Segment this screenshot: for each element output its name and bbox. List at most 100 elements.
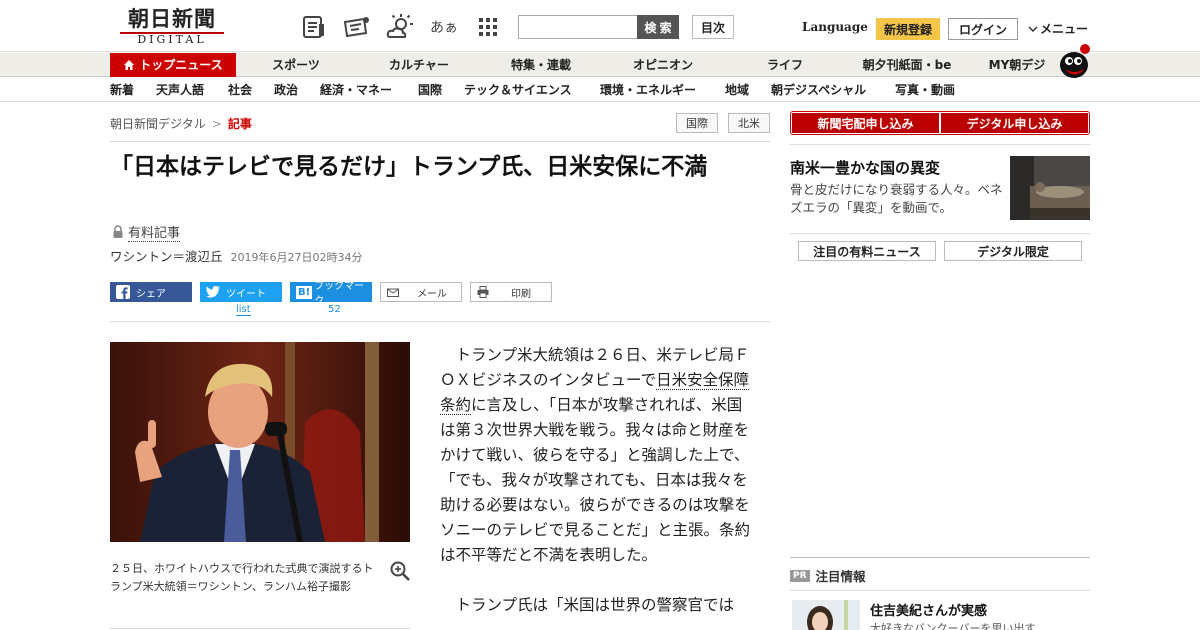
tab-featured-paid-news[interactable]: 注目の有料ニュース <box>798 241 936 261</box>
nav-opinion[interactable]: オピニオン <box>618 53 708 77</box>
toc-button[interactable]: 目次 <box>692 15 734 39</box>
search-input[interactable] <box>518 15 638 39</box>
chevron-down-icon <box>1028 25 1038 32</box>
menu-label: メニュー <box>1040 22 1089 36</box>
nav-print-edition[interactable]: 朝夕刊紙面・be <box>852 53 962 77</box>
nav-region[interactable]: 地域 <box>725 78 749 102</box>
pr-heading-label: 注目情報 <box>815 569 866 584</box>
facebook-share-button[interactable]: シェア <box>110 282 192 302</box>
grid-apps-icon[interactable] <box>474 13 502 41</box>
divider <box>790 557 1090 558</box>
nav-features[interactable]: 特集・連載 <box>496 53 586 77</box>
divider <box>110 628 410 629</box>
pr-title[interactable]: 住吉美紀さんが実感 <box>870 600 987 619</box>
language-link[interactable]: Language <box>802 20 868 34</box>
hatena-count[interactable]: 52 <box>328 304 341 315</box>
author: ワシントン＝渡辺丘 <box>110 249 223 264</box>
nav-culture[interactable]: カルチャー <box>374 53 464 77</box>
tag-international[interactable]: 国際 <box>676 113 718 133</box>
hatena-bookmark-button[interactable]: B! ブックマーク <box>290 281 372 307</box>
home-icon <box>124 60 135 70</box>
print-button[interactable]: 印刷 <box>470 282 552 302</box>
divider <box>110 321 770 322</box>
register-button[interactable]: 新規登録 <box>876 18 940 40</box>
subscribe-digital-button[interactable]: デジタル申し込み <box>941 113 1088 133</box>
divider <box>790 590 1090 591</box>
divider <box>790 144 1090 145</box>
divider <box>790 233 1090 234</box>
paid-article-label[interactable]: 有料記事 <box>128 222 181 242</box>
nav-tenseijingo[interactable]: 天声人語 <box>156 78 204 102</box>
photo-caption: ２５日、ホワイトハウスで行われた式典で演説するトランプ米大統領＝ワシントン、ラン… <box>110 562 374 593</box>
nav-international[interactable]: 国際 <box>418 78 442 102</box>
site-header: 朝日新聞 DIGITAL あぁ 検 索 目次 Language 新規登録 ログイ… <box>0 0 1200 52</box>
mail-share-button[interactable]: メール <box>380 282 462 302</box>
hatena-label: ブックマーク <box>314 281 365 307</box>
weather-icon[interactable] <box>386 13 414 41</box>
font-size-icon[interactable]: あぁ <box>430 13 458 41</box>
promo-image[interactable] <box>1010 156 1090 220</box>
article-body: トランプ米大統領は２６日、米テレビ局ＦＯＸビジネスのインタビューで日米安全保障条… <box>440 343 750 630</box>
article-paragraph: トランプ氏は「米国は世界の警察官では <box>455 596 735 614</box>
primary-nav: トップニュース スポーツ カルチャー 特集・連載 オピニオン ライフ 朝夕刊紙面… <box>0 53 1200 77</box>
nav-sports[interactable]: スポーツ <box>256 53 336 77</box>
tag-north-america[interactable]: 北米 <box>728 113 770 133</box>
newspaper-icon[interactable] <box>300 13 328 41</box>
hatena-icon: B! <box>296 285 313 299</box>
pr-description: 大好きなバンクーバーを思い出す <box>870 622 1036 630</box>
mascot-icon[interactable] <box>1056 43 1092 79</box>
twitter-share-button[interactable]: ツイート <box>200 282 282 302</box>
divider <box>110 141 770 142</box>
pr-image[interactable] <box>792 600 860 630</box>
breadcrumb-separator: > <box>211 117 222 131</box>
login-button[interactable]: ログイン <box>948 18 1018 40</box>
facebook-icon <box>116 285 130 299</box>
nav-society[interactable]: 社会 <box>228 78 252 102</box>
publish-date: 2019年6月27日02時34分 <box>230 251 363 264</box>
nav-life[interactable]: ライフ <box>745 53 825 77</box>
logo-main-text: 朝日新聞 <box>128 6 216 31</box>
article-photo[interactable] <box>110 342 410 542</box>
promo-title[interactable]: 南米一豊かな国の異変 <box>790 157 940 178</box>
article-paragraph: トランプ米大統領は２６日、米テレビ局ＦＯＸビジネスのインタビューで日米安全保障条… <box>440 343 750 568</box>
nav-latest[interactable]: 新着 <box>110 78 134 102</box>
nav-tech-science[interactable]: テック＆サイエンス <box>464 78 572 102</box>
lock-icon <box>113 225 123 238</box>
nav-photo-video[interactable]: 写真・動画 <box>895 78 955 102</box>
menu-button[interactable]: メニュー <box>1028 20 1088 37</box>
site-logo[interactable]: 朝日新聞 DIGITAL <box>114 7 230 47</box>
breadcrumb-root[interactable]: 朝日新聞デジタル <box>110 117 206 131</box>
coupon-icon[interactable] <box>342 13 370 41</box>
promo-description: 骨と皮だけになり衰弱する人々。ベネズエラの「異変」を動画で。 <box>790 182 1003 215</box>
tab-digital-exclusive[interactable]: デジタル限定 <box>944 241 1082 261</box>
search-button[interactable]: 検 索 <box>637 15 679 39</box>
breadcrumb-current: 記事 <box>227 117 252 131</box>
mail-icon <box>387 288 399 297</box>
facebook-share-label: シェア <box>136 288 166 300</box>
nav-top-news-label: トップニュース <box>139 58 223 72</box>
paragraph-text: に言及し、「日本が攻撃されれば、米国は第３次世界大戦を戦う。我々は命と財産をかけ… <box>440 396 751 564</box>
byline: ワシントン＝渡辺丘 2019年6月27日02時34分 <box>110 246 363 265</box>
nav-politics[interactable]: 政治 <box>274 78 298 102</box>
nav-top-news[interactable]: トップニュース <box>110 53 236 77</box>
paid-article-badge: 有料記事 <box>112 222 181 242</box>
print-icon <box>477 286 489 298</box>
nav-environment[interactable]: 環境・エネルギー <box>600 78 696 102</box>
logo-sub-text: DIGITAL <box>120 32 224 46</box>
subscribe-paper-button[interactable]: 新聞宅配申し込み <box>792 113 939 133</box>
subscription-box: 新聞宅配申し込み デジタル申し込み <box>790 111 1090 135</box>
nav-economy[interactable]: 経済・マネー <box>320 78 392 102</box>
section-nav: 新着 天声人語 社会 政治 経済・マネー 国際 テック＆サイエンス 環境・エネル… <box>0 78 1200 102</box>
zoom-icon[interactable] <box>390 561 410 581</box>
print-label: 印刷 <box>511 288 531 300</box>
twitter-share-label: ツイート <box>226 288 266 300</box>
mail-label: メール <box>417 288 447 300</box>
pr-section-heading: PR 注目情報 <box>790 566 866 585</box>
article-headline: 「日本はテレビで見るだけ」トランプ氏、日米安保に不満 <box>110 154 708 180</box>
twitter-icon <box>206 286 220 298</box>
nav-special[interactable]: 朝デジスペシャル <box>771 78 866 102</box>
twitter-count[interactable]: list <box>236 304 251 316</box>
nav-my-asadigi[interactable]: MY朝デジ <box>980 53 1054 77</box>
pr-badge: PR <box>790 569 810 582</box>
breadcrumb: 朝日新聞デジタル > 記事 <box>110 115 252 132</box>
